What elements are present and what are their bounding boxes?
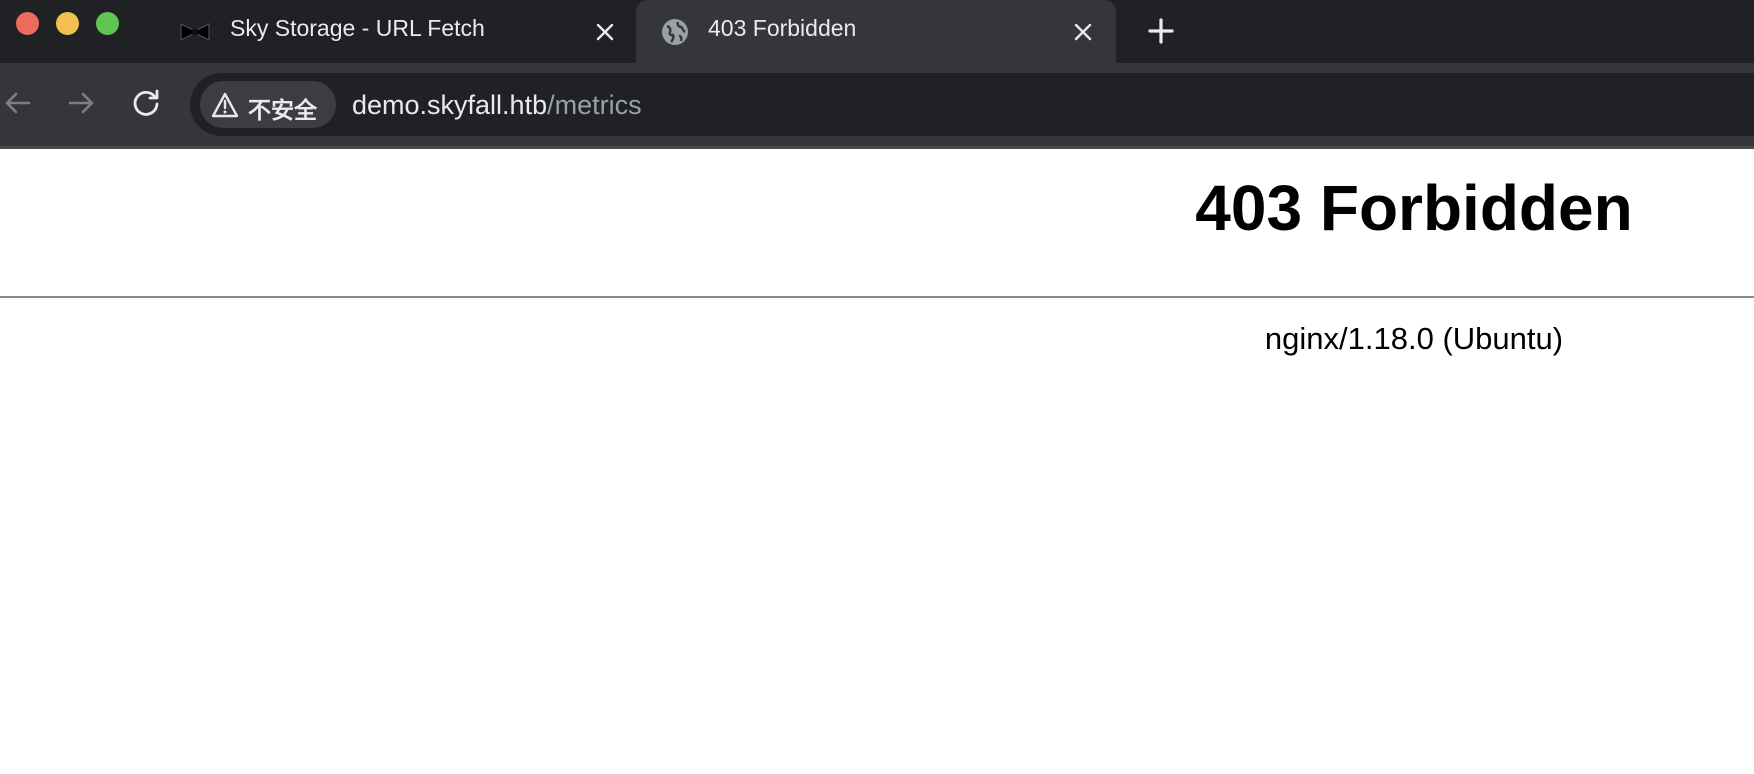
address-bar[interactable]: 不安全 demo.skyfall.htb/metrics [190,73,1754,136]
plus-icon [1148,18,1174,44]
security-label: 不安全 [248,98,317,124]
browser-toolbar: 不安全 demo.skyfall.htb/metrics [0,63,1754,149]
page-content: 403 Forbidden nginx/1.18.0 (Ubuntu) [0,149,1754,774]
window-minimize-button[interactable] [56,12,79,35]
close-icon[interactable] [1068,17,1098,47]
warning-icon [212,92,238,118]
page-heading: 403 Forbidden [1195,172,1633,244]
reload-button[interactable] [128,85,164,121]
security-indicator[interactable]: 不安全 [200,81,336,128]
server-signature: nginx/1.18.0 (Ubuntu) [1264,321,1564,356]
forward-button[interactable] [63,85,99,121]
tab-strip: Sky Storage - URL Fetch 403 Forbidden [0,0,1754,63]
arrow-right-icon [68,92,94,114]
url-path: /metrics [547,90,642,120]
window-close-button[interactable] [16,12,39,35]
close-icon[interactable] [590,17,620,47]
tab-sky-storage[interactable]: Sky Storage - URL Fetch [170,0,640,63]
tab-title: 403 Forbidden [708,15,857,41]
new-tab-button[interactable] [1143,13,1179,49]
globe-icon [660,17,690,47]
divider [0,296,1754,298]
arrow-left-icon [5,92,31,114]
tab-403-forbidden[interactable]: 403 Forbidden [636,0,1116,63]
window-maximize-button[interactable] [96,12,119,35]
tab-title: Sky Storage - URL Fetch [230,15,485,41]
url-host: demo.skyfall.htb [352,90,548,120]
reload-icon [133,89,159,116]
url-text[interactable]: demo.skyfall.htb/metrics [352,90,642,121]
back-button[interactable] [0,85,36,121]
bowtie-icon [180,17,210,47]
